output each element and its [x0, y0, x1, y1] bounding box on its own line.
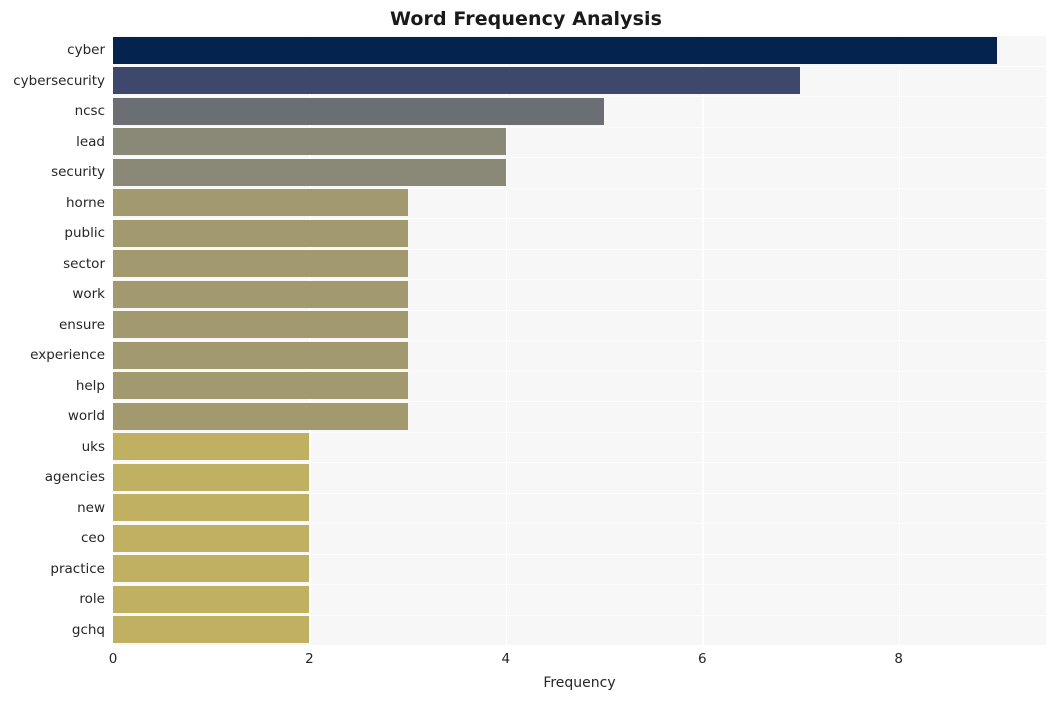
bar — [113, 158, 506, 186]
y-axis-tick-label: work — [72, 286, 105, 303]
y-axis-tick-label: agencies — [44, 469, 105, 486]
y-axis-tick-label: cyber — [67, 42, 105, 59]
y-axis-tick-label: sector — [63, 255, 105, 272]
y-axis-tick-label: ceo — [81, 530, 105, 547]
y-axis-tick-label: gchq — [71, 621, 105, 638]
bar — [113, 67, 801, 95]
y-axis-tick-label: experience — [30, 347, 105, 364]
bar — [113, 280, 408, 308]
bar — [113, 402, 408, 430]
y-axis-tick-label: practice — [50, 560, 105, 577]
plot-area — [113, 35, 1046, 645]
x-axis-tick-label: 0 — [108, 651, 118, 667]
bar — [113, 463, 310, 491]
x-axis-tick-label: 2 — [305, 651, 314, 667]
chart-title: Word Frequency Analysis — [389, 8, 663, 30]
y-axis-tick-label: security — [51, 164, 105, 181]
y-axis-tick-label: ensure — [58, 316, 105, 333]
bar-series — [113, 35, 1046, 645]
bar — [113, 433, 310, 461]
bar — [113, 128, 506, 156]
bar — [113, 250, 408, 278]
y-axis-tick-label: horne — [66, 194, 105, 211]
bar — [113, 97, 605, 125]
y-axis-tick-label: public — [64, 225, 105, 242]
y-axis-tick-label: lead — [76, 133, 105, 150]
bar — [113, 585, 310, 613]
chart-figure: Word Frequency Analysis cyber cybersecuri… — [0, 0, 1052, 701]
x-axis-tick-labels: 0 2 4 6 8 — [109, 650, 1046, 670]
y-axis-tick-label: ncsc — [74, 103, 105, 120]
y-axis-tick-labels: cyber cybersecurity ncsc lead security horne p… — [0, 35, 105, 645]
bar — [113, 555, 310, 583]
bar — [113, 372, 408, 400]
bar — [113, 494, 310, 522]
x-axis-tick-label: 6 — [697, 651, 707, 667]
x-axis-tick-label: 8 — [894, 651, 903, 667]
y-axis-tick-label: help — [75, 377, 105, 394]
y-axis-tick-label: new — [77, 499, 105, 516]
bar — [113, 311, 408, 339]
bar — [113, 219, 408, 247]
bar — [113, 189, 408, 217]
x-axis-tick-label: 4 — [501, 651, 511, 667]
bar — [113, 524, 310, 552]
y-axis-tick-label: cybersecurity — [13, 72, 105, 89]
y-axis-tick-label: world — [67, 408, 105, 425]
bar — [113, 341, 408, 369]
x-axis-label: Frequency — [543, 675, 616, 691]
y-axis-tick-label: uks — [81, 438, 105, 455]
bar — [113, 36, 997, 64]
bar — [113, 616, 310, 644]
y-axis-tick-label: role — [79, 591, 105, 608]
